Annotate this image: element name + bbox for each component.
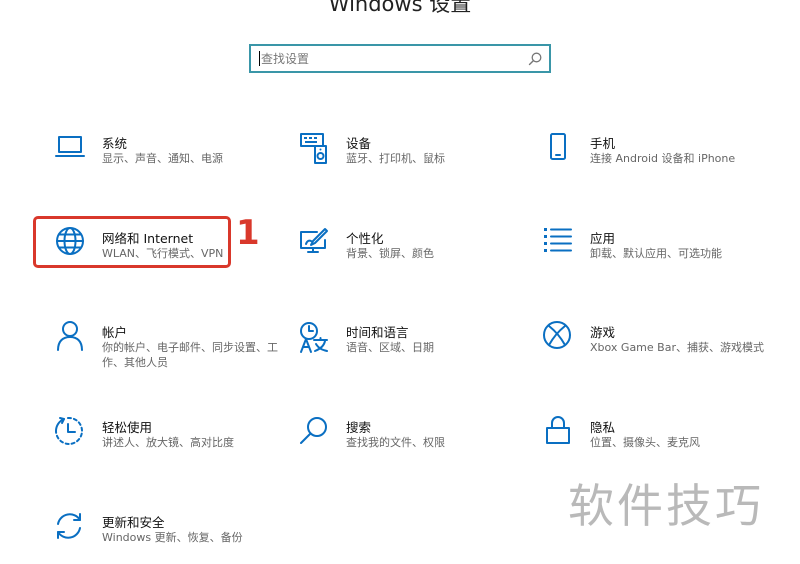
search-icon[interactable]	[527, 51, 543, 67]
category-update-security[interactable]: 更新和安全 Windows 更新、恢复、备份	[55, 512, 275, 564]
category-title: 帐户	[102, 325, 128, 340]
category-description: 位置、摄像头、麦克风	[590, 436, 700, 449]
category-title: 时间和语言	[346, 325, 409, 340]
category-title: 隐私	[590, 420, 616, 435]
category-description: 蓝牙、打印机、鼠标	[346, 152, 445, 165]
category-time-language[interactable]: 时间和语言 语音、区域、日期	[299, 322, 519, 382]
highlight-box	[33, 216, 231, 268]
search-box[interactable]	[249, 44, 551, 73]
category-description: Xbox Game Bar、捕获、游戏模式	[590, 341, 764, 354]
category-title: 手机	[590, 136, 616, 151]
category-search[interactable]: 搜索 查找我的文件、权限	[299, 417, 519, 477]
category-description: 讲述人、放大镜、高对比度	[102, 436, 234, 449]
category-title: 设备	[346, 136, 372, 151]
category-description: 背景、锁屏、颜色	[346, 247, 434, 260]
category-title: 个性化	[346, 231, 384, 246]
xbox-icon	[543, 321, 573, 356]
category-privacy[interactable]: 隐私 位置、摄像头、麦克风	[543, 416, 763, 477]
category-phone[interactable]: 手机 连接 Android 设备和 iPhone	[543, 133, 763, 193]
personalization-icon	[299, 228, 329, 262]
text-caret	[259, 51, 260, 66]
laptop-icon	[55, 133, 85, 167]
category-system[interactable]: 系统 显示、声音、通知、电源	[55, 133, 275, 193]
category-personalization[interactable]: 个性化 背景、锁屏、颜色	[299, 228, 519, 288]
category-accounts[interactable]: 帐户 你的帐户、电子邮件、同步设置、工作、其他人员	[55, 321, 278, 382]
category-description: 卸载、默认应用、可选功能	[590, 247, 722, 260]
category-title: 轻松使用	[102, 420, 153, 435]
apps-list-icon	[543, 228, 573, 262]
lock-icon	[543, 416, 573, 451]
window-title: Windows 设置	[328, 0, 472, 16]
category-apps[interactable]: 应用 卸载、默认应用、可选功能	[543, 228, 763, 288]
search-magnifier-icon	[299, 417, 329, 451]
category-gaming[interactable]: 游戏 Xbox Game Bar、捕获、游戏模式	[543, 321, 764, 382]
devices-icon	[299, 133, 329, 167]
search-input[interactable]	[261, 46, 516, 71]
watermark: 软件技巧	[568, 479, 764, 533]
category-description: 语音、区域、日期	[346, 341, 434, 354]
category-description: 连接 Android 设备和 iPhone	[590, 152, 736, 165]
category-title: 系统	[102, 136, 128, 151]
step-number-annotation: 1	[236, 213, 260, 253]
category-title: 更新和安全	[102, 515, 165, 530]
category-description: Windows 更新、恢复、备份	[102, 531, 243, 544]
category-ease-of-access[interactable]: 轻松使用 讲述人、放大镜、高对比度	[55, 416, 275, 477]
category-description: 显示、声音、通知、电源	[102, 152, 223, 165]
category-title: 游戏	[590, 325, 616, 340]
category-description: 你的帐户、电子邮件、同步设置、工作、其他人员	[102, 341, 278, 369]
category-description: 查找我的文件、权限	[346, 436, 445, 449]
person-icon	[55, 321, 85, 356]
category-devices[interactable]: 设备 蓝牙、打印机、鼠标	[299, 133, 519, 193]
category-title: 应用	[590, 231, 616, 246]
phone-icon	[543, 133, 573, 167]
time-language-icon	[299, 322, 329, 356]
category-title: 搜索	[346, 420, 372, 435]
sync-icon	[55, 512, 85, 546]
ease-of-access-icon	[55, 416, 85, 451]
